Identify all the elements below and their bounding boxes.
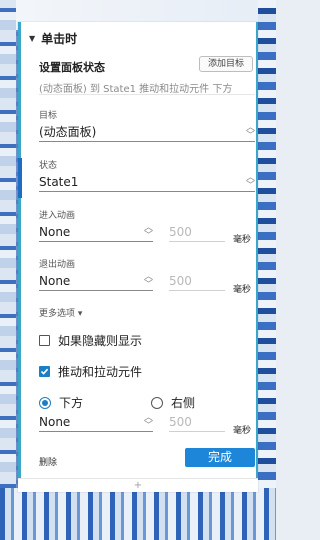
select-arrows-icon: ︿ ﹀ bbox=[143, 412, 153, 431]
direction-right-label: 右侧 bbox=[171, 396, 196, 410]
divider bbox=[39, 94, 255, 95]
state-select[interactable]: State1 ︿ ﹀ bbox=[39, 172, 255, 192]
select-arrows-icon: ︿ ﹀ bbox=[143, 222, 153, 241]
push-duration-input[interactable]: 500 bbox=[169, 412, 225, 432]
exit-duration-value: 500 bbox=[169, 273, 192, 288]
background-bottom-strip bbox=[0, 488, 276, 540]
interaction-editor-panel: ▼ 单击时 设置面板状态 添加目标 (动态面板) 到 State1 推动和拉动元… bbox=[18, 22, 258, 492]
exit-animation-select[interactable]: None ︿ ﹀ bbox=[39, 271, 153, 291]
push-animation-value: None bbox=[39, 414, 71, 429]
exit-duration-input[interactable]: 500 bbox=[169, 271, 225, 291]
push-duration-unit: 毫秒 bbox=[233, 426, 252, 436]
caret-down-icon[interactable]: ▼ bbox=[29, 34, 35, 43]
state-label: 状态 bbox=[39, 161, 58, 171]
enter-duration-value: 500 bbox=[169, 224, 192, 239]
direction-right-radio[interactable] bbox=[151, 396, 163, 409]
push-duration-value: 500 bbox=[169, 414, 192, 429]
scroll-indicator[interactable] bbox=[18, 158, 22, 198]
add-target-button[interactable]: 添加目标 bbox=[199, 56, 253, 72]
exit-animation-label: 退出动画 bbox=[39, 260, 76, 270]
direction-below-label: 下方 bbox=[59, 396, 84, 410]
show-if-hidden-option[interactable]: 如果隐藏则显示 bbox=[39, 332, 142, 349]
section-header[interactable]: ▼ 单击时 bbox=[29, 30, 77, 47]
enter-animation-select[interactable]: None ︿ ﹀ bbox=[39, 222, 153, 242]
push-pull-label: 推动和拉动元件 bbox=[58, 365, 143, 379]
action-title: 设置面板状态 bbox=[39, 61, 105, 74]
background-right-strip bbox=[258, 0, 276, 540]
target-label: 目标 bbox=[39, 111, 58, 121]
exit-duration-unit: 毫秒 bbox=[233, 285, 252, 295]
background-left-strip bbox=[0, 0, 16, 540]
direction-right-option[interactable]: 右侧 bbox=[151, 394, 195, 411]
push-pull-option[interactable]: 推动和拉动元件 bbox=[39, 363, 142, 380]
direction-below-radio[interactable] bbox=[39, 396, 51, 409]
push-pull-checkbox[interactable] bbox=[39, 366, 50, 377]
select-arrows-icon: ︿ ﹀ bbox=[143, 271, 153, 290]
enter-animation-label: 进入动画 bbox=[39, 211, 76, 221]
action-description: (动态面板) 到 State1 推动和拉动元件 下方 bbox=[39, 84, 233, 95]
push-animation-select[interactable]: None ︿ ﹀ bbox=[39, 412, 153, 432]
enter-duration-unit: 毫秒 bbox=[233, 235, 252, 245]
select-arrows-icon: ︿ ﹀ bbox=[245, 122, 255, 141]
more-options-toggle[interactable]: 更多选项 ▾ bbox=[39, 306, 82, 319]
enter-duration-input[interactable]: 500 bbox=[169, 222, 225, 242]
show-if-hidden-checkbox[interactable] bbox=[39, 335, 50, 346]
select-arrows-icon: ︿ ﹀ bbox=[245, 172, 255, 191]
target-select[interactable]: (动态面板) ︿ ﹀ bbox=[39, 122, 255, 142]
done-button[interactable]: 完成 bbox=[185, 448, 255, 467]
show-if-hidden-label: 如果隐藏则显示 bbox=[58, 334, 143, 348]
state-value: State1 bbox=[39, 174, 79, 189]
delete-button[interactable]: 删除 bbox=[39, 455, 57, 468]
section-title: 单击时 bbox=[41, 32, 78, 46]
exit-animation-value: None bbox=[39, 273, 71, 288]
target-value: (动态面板) bbox=[39, 124, 97, 139]
checkmark-icon bbox=[40, 368, 49, 375]
direction-below-option[interactable]: 下方 bbox=[39, 394, 83, 411]
add-action-button[interactable]: + bbox=[18, 478, 258, 492]
enter-animation-value: None bbox=[39, 224, 71, 239]
